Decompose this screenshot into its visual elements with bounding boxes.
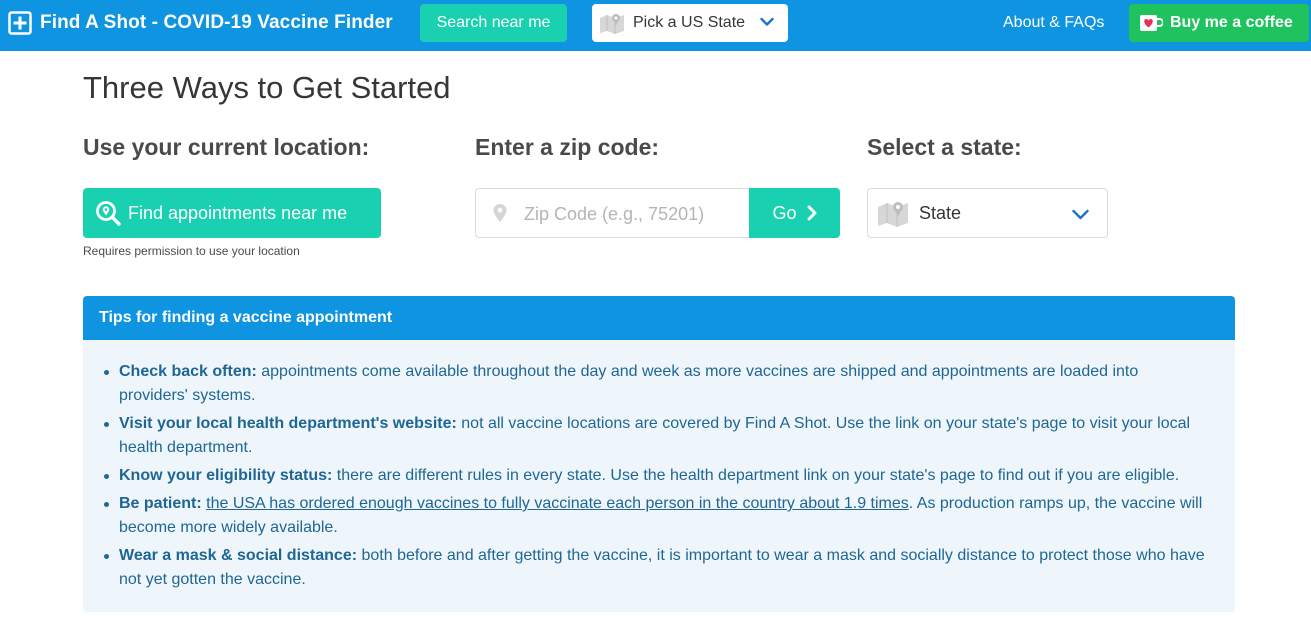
- tips-header: Tips for finding a vaccine appointment: [83, 296, 1235, 340]
- tip-title: Wear a mask & social distance:: [119, 547, 358, 564]
- find-appointments-button[interactable]: Find appointments near me: [83, 188, 381, 238]
- chevron-down-icon: [1072, 209, 1089, 220]
- vaccine-supply-link[interactable]: the USA has ordered enough vaccines to f…: [206, 495, 909, 512]
- state-dropdown[interactable]: State: [867, 188, 1108, 238]
- zip-heading: Enter a zip code:: [475, 134, 660, 160]
- buy-me-a-coffee-button[interactable]: Buy me a coffee: [1129, 4, 1309, 42]
- location-permission-note: Requires permission to use your location: [83, 244, 300, 258]
- about-faqs-link[interactable]: About & FAQs: [1003, 0, 1104, 46]
- find-appointments-label: Find appointments near me: [128, 202, 348, 223]
- coffee-heart-icon: [1140, 15, 1163, 31]
- go-label: Go: [772, 202, 797, 223]
- tip-text: appointments come available throughout t…: [119, 363, 1139, 404]
- us-state-dropdown-label: Pick a US State: [633, 14, 746, 31]
- map-icon: [878, 202, 908, 227]
- state-heading: Select a state:: [867, 134, 1022, 160]
- tips-list: Check back often: appointments come avai…: [83, 340, 1235, 592]
- tip-title: Be patient:: [119, 495, 202, 512]
- map-pin-icon: [493, 204, 507, 222]
- chevron-down-icon: [760, 17, 774, 26]
- tips-panel: Tips for finding a vaccine appointment C…: [83, 296, 1235, 612]
- tip-title: Know your eligibility status:: [119, 467, 333, 484]
- tip-be-patient: Be patient: the USA has ordered enough v…: [104, 492, 1205, 540]
- tip-eligibility: Know your eligibility status: there are …: [104, 464, 1205, 488]
- plus-square-icon: [8, 11, 32, 35]
- chevron-right-icon: [807, 205, 816, 221]
- go-button[interactable]: Go: [749, 188, 840, 238]
- state-dropdown-label: State: [919, 202, 962, 223]
- navbar: Find A Shot - COVID-19 Vaccine Finder Se…: [0, 0, 1311, 51]
- location-heading: Use your current location:: [83, 134, 370, 160]
- map-icon: [600, 14, 624, 34]
- brand-title: Find A Shot - COVID-19 Vaccine Finder: [40, 12, 393, 33]
- tip-check-back: Check back often: appointments come avai…: [104, 360, 1205, 408]
- tip-title: Check back often:: [119, 363, 257, 380]
- zip-field: [475, 188, 750, 238]
- brand-link[interactable]: Find A Shot - COVID-19 Vaccine Finder: [8, 0, 393, 46]
- zip-code-input[interactable]: [524, 201, 739, 227]
- location-search-icon: [96, 201, 121, 226]
- search-near-me-button[interactable]: Search near me: [420, 4, 567, 42]
- page-title: Three Ways to Get Started: [83, 70, 451, 105]
- tip-title: Visit your local health department's web…: [119, 415, 457, 432]
- tip-mask-distance: Wear a mask & social distance: both befo…: [104, 544, 1205, 592]
- us-state-dropdown[interactable]: Pick a US State: [592, 4, 788, 42]
- tip-text: there are different rules in every state…: [332, 467, 1180, 484]
- buy-me-a-coffee-label: Buy me a coffee: [1170, 14, 1293, 31]
- tip-health-department: Visit your local health department's web…: [104, 412, 1205, 460]
